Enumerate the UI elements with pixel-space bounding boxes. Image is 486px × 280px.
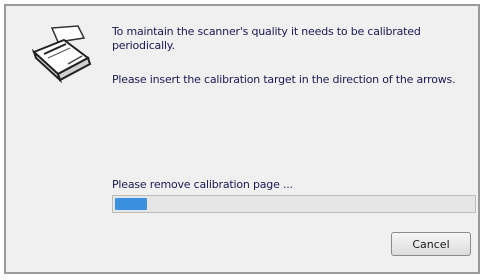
status-text: Please remove calibration page ... (112, 178, 293, 191)
calibration-message: To maintain the scanner's quality it nee… (112, 25, 421, 52)
cancel-button[interactable]: Cancel (391, 232, 471, 256)
insert-instruction: Please insert the calibration target in … (112, 73, 456, 86)
progress-fill (115, 198, 147, 210)
progress-bar (112, 195, 476, 213)
calibration-dialog: To maintain the scanner's quality it nee… (4, 4, 480, 274)
scanner-icon (31, 25, 92, 84)
dialog-content: To maintain the scanner's quality it nee… (6, 6, 478, 272)
